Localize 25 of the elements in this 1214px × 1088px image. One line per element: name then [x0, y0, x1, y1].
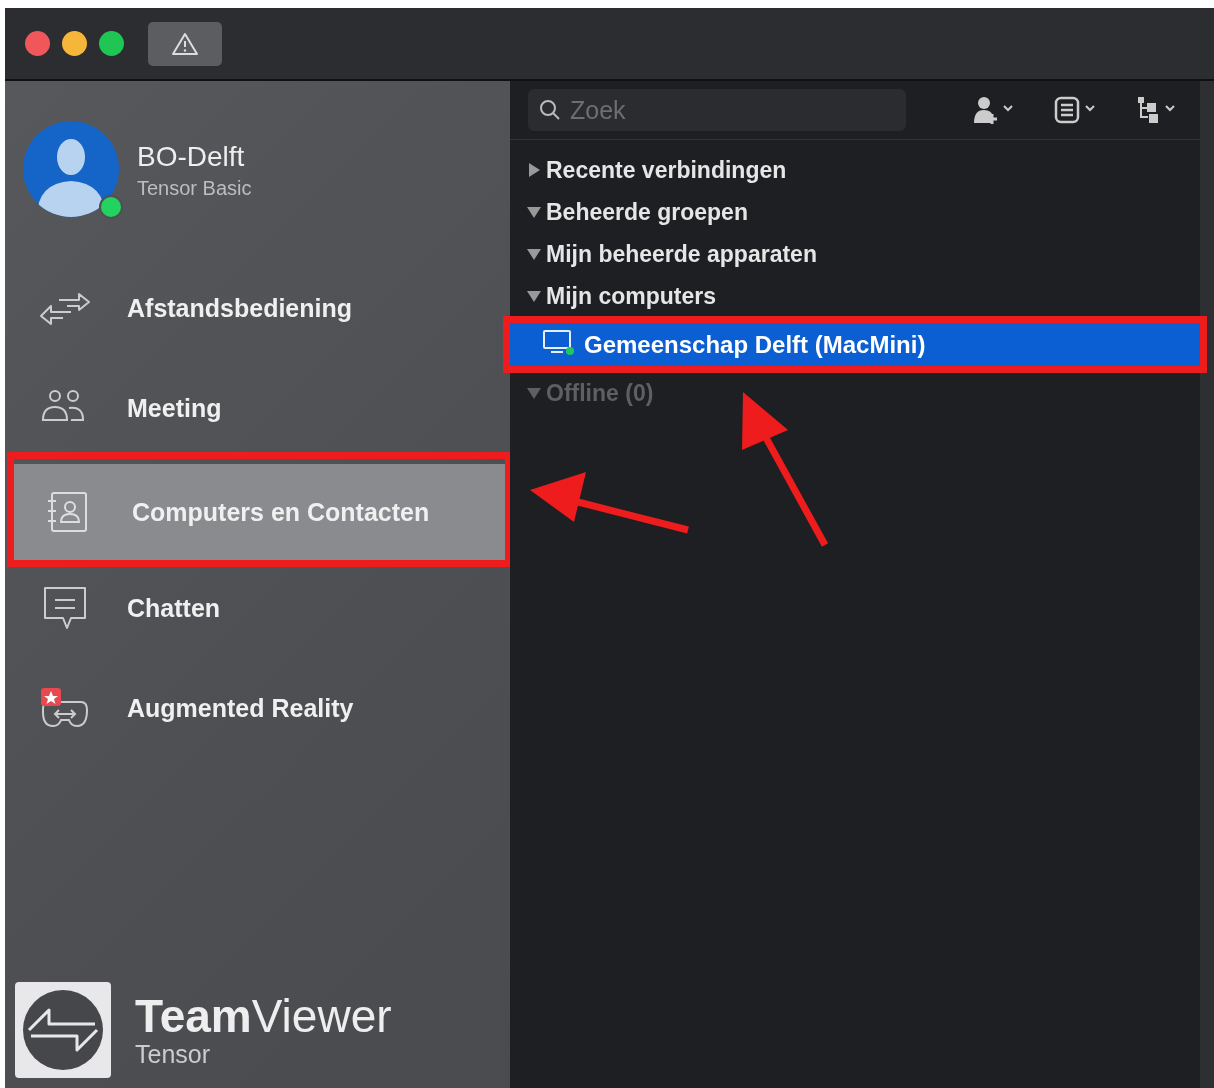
expanded-triangle-icon[interactable]: [526, 290, 542, 302]
edition-label: Tensor: [135, 1039, 212, 1069]
search-field[interactable]: Zoek: [528, 89, 906, 131]
tree-group[interactable]: Beheerde groepen: [510, 194, 756, 230]
tree-group[interactable]: Mijn beheerde apparaten: [510, 236, 825, 272]
sidebar-item[interactable]: Meeting: [7, 366, 510, 450]
expanded-triangle-icon[interactable]: [526, 248, 542, 260]
minimize-button[interactable]: [62, 31, 87, 56]
sidebar-item[interactable]: Augmented Reality: [7, 666, 510, 750]
close-button[interactable]: [25, 31, 50, 56]
avatar-icon: [23, 121, 119, 217]
collapsed-triangle-icon[interactable]: [526, 163, 542, 177]
logo-icon: [15, 982, 111, 1078]
brand-name: TeamViewer: [135, 991, 392, 1040]
user-name: BO-Delft: [137, 141, 246, 173]
warning-icon: [171, 31, 199, 56]
sidebar-item[interactable]: Chatten: [7, 566, 510, 650]
zoom-button[interactable]: [99, 31, 124, 56]
expanded-triangle-icon[interactable]: [526, 206, 542, 218]
license-label: Tensor Basic: [137, 177, 252, 200]
computer-row[interactable]: Gemeenschap Delft (MacMini): [510, 323, 1200, 366]
tree-group[interactable]: Mijn computers: [510, 278, 724, 314]
tree-group[interactable]: Recente verbindingen: [510, 152, 795, 188]
warning-button[interactable]: [148, 21, 222, 66]
sidebar-item[interactable]: Afstandsbediening: [7, 266, 510, 350]
